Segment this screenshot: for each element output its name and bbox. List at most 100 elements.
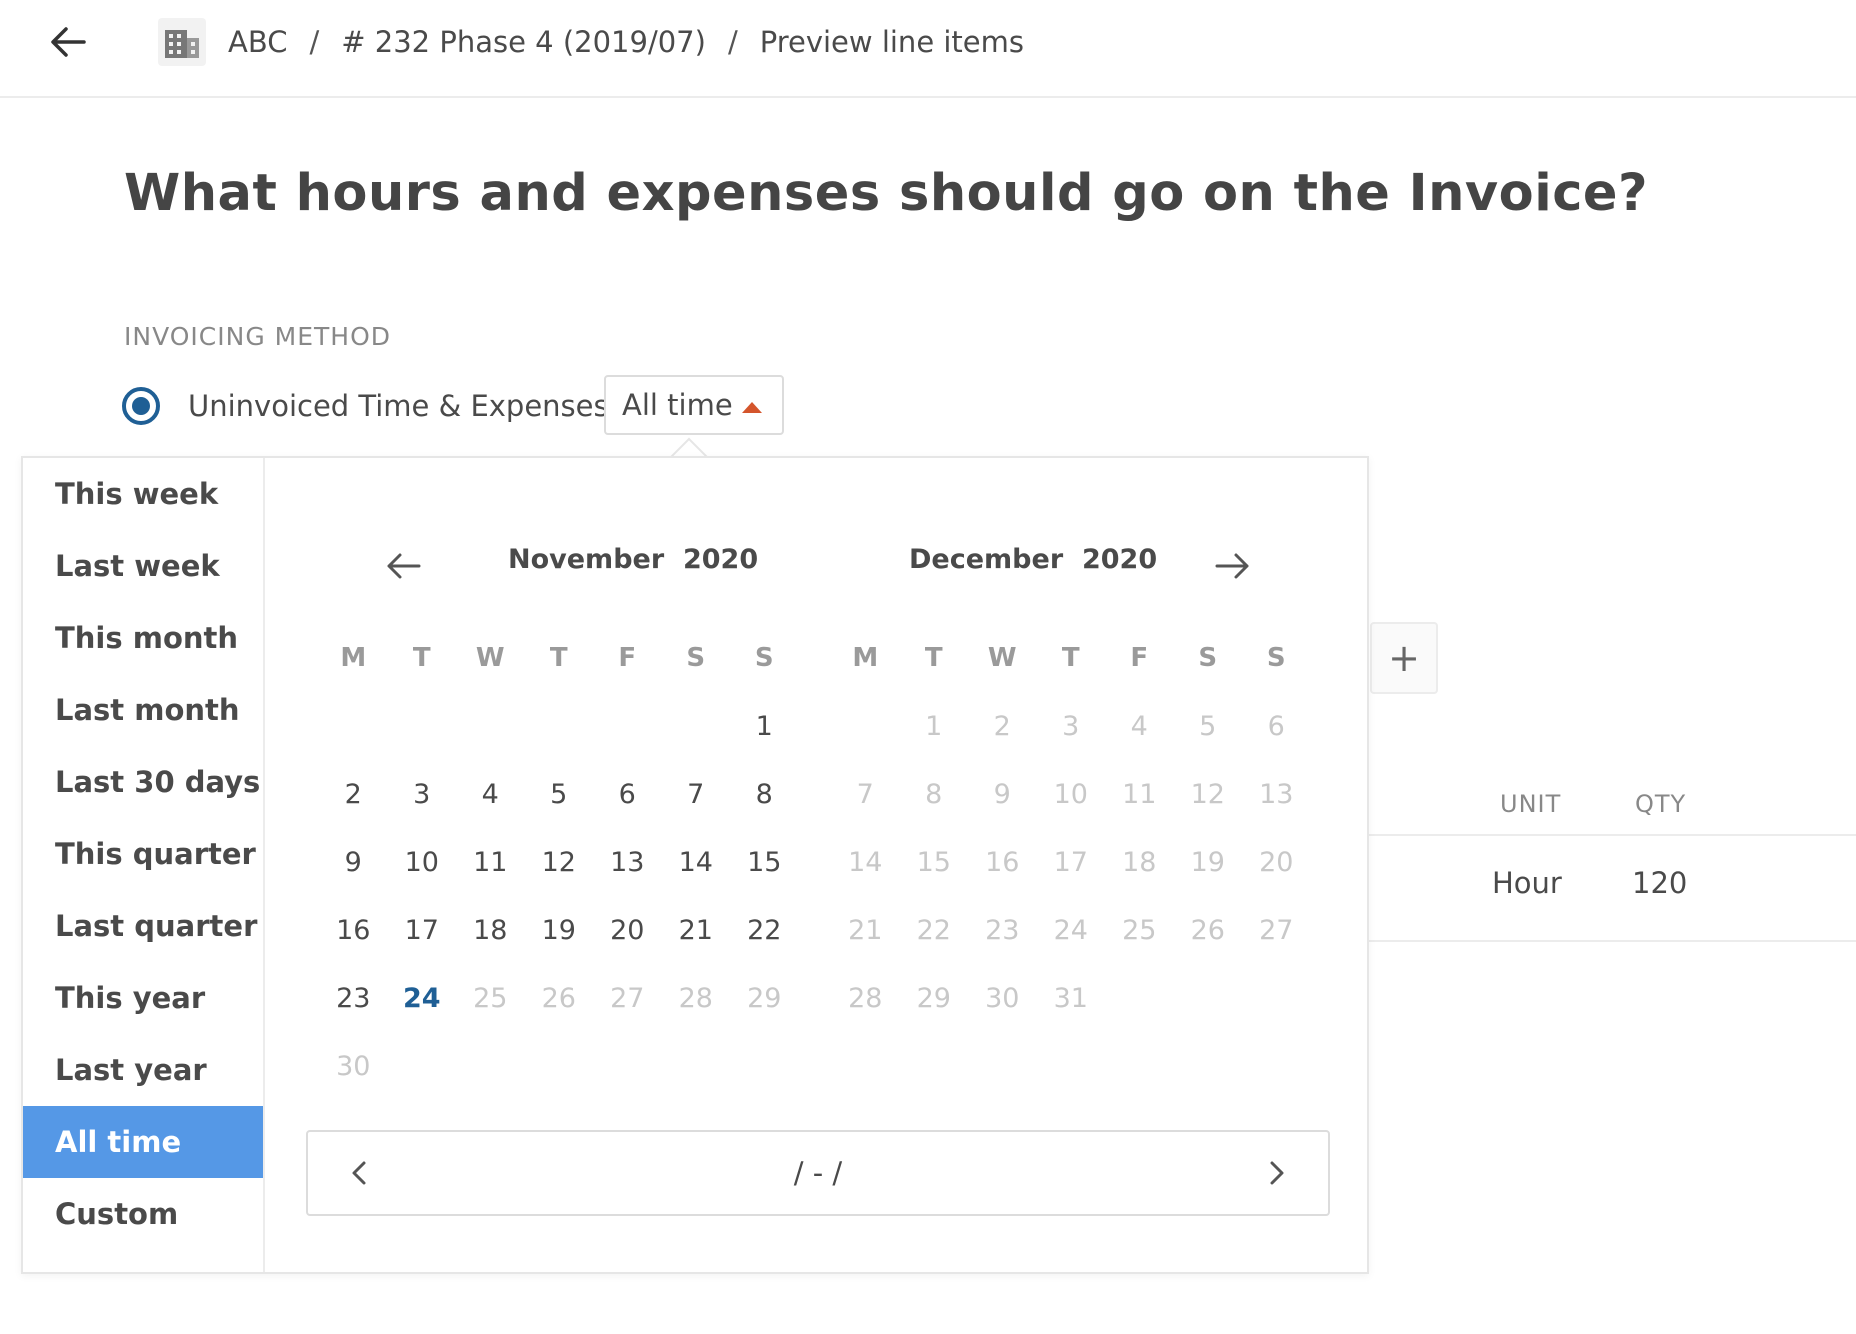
- month-year: 2020: [682, 544, 759, 575]
- calendar-week-row: 9 10 11 12 13 14 15: [319, 828, 782, 896]
- preset-last-week[interactable]: Last week: [23, 530, 263, 602]
- calendar-day-nov-15[interactable]: 15: [730, 847, 799, 878]
- calendar-day-nov-25: 25: [473, 982, 508, 1014]
- preset-last-30-days[interactable]: Last 30 days: [23, 746, 263, 818]
- preset-this-quarter[interactable]: This quarter: [23, 818, 263, 890]
- back-arrow-icon[interactable]: [44, 18, 92, 66]
- chevron-right-icon[interactable]: [1254, 1151, 1298, 1195]
- caret-up-icon: [742, 402, 762, 413]
- calendar-day-nov-29: 29: [747, 982, 782, 1014]
- radio-dot: [132, 397, 150, 415]
- calendar-week-row: 21 22 23 24 25 26 27: [831, 896, 1293, 964]
- date-range-bar: / - /: [306, 1130, 1330, 1216]
- calendar-day-nov-10[interactable]: 10: [388, 847, 457, 878]
- calendar-day-dec-15: 15: [916, 846, 951, 878]
- calendar-week-row: 30: [319, 1032, 729, 1100]
- preset-list: This week Last week This month Last mont…: [23, 458, 265, 1272]
- date-range-popup: This week Last week This month Last mont…: [21, 456, 1369, 1274]
- calendar-day-nov-17[interactable]: 17: [388, 915, 457, 946]
- calendar-day-nov-18[interactable]: 18: [456, 915, 525, 946]
- calendar-day-nov-2[interactable]: 2: [319, 779, 388, 810]
- calendar-day-dec-22: 22: [916, 914, 951, 946]
- calendar-day-dec-25: 25: [1122, 914, 1157, 946]
- weekday-header: T: [412, 643, 431, 673]
- calendar-week-row: 14 15 16 17 18 19 20: [831, 828, 1293, 896]
- period-select[interactable]: All time: [604, 375, 784, 435]
- column-header-unit: UNIT: [1500, 790, 1562, 818]
- calendar-day-dec-10: 10: [1053, 778, 1088, 810]
- divider: [1368, 834, 1856, 836]
- calendar-day-nov-9[interactable]: 9: [319, 847, 388, 878]
- plus-icon: +: [1388, 636, 1420, 680]
- preset-all-time[interactable]: All time: [23, 1106, 263, 1178]
- calendar-day-nov-6[interactable]: 6: [593, 779, 662, 810]
- calendar-day-dec-13: 13: [1259, 778, 1294, 810]
- calendar-day-nov-7[interactable]: 7: [662, 779, 731, 810]
- calendar-day-nov-26: 26: [541, 982, 576, 1014]
- calendar-grid-november: M T W T F S S 1 2 3 4 5 6 7 8 9 10 11 12 13 14 15 16 17 18 19 20 21…: [319, 624, 782, 1100]
- invoicing-method-option[interactable]: Uninvoiced Time & Expenses: [122, 374, 609, 438]
- preset-custom[interactable]: Custom: [23, 1178, 263, 1250]
- breadcrumb-project[interactable]: # 232 Phase 4 (2019/07): [341, 25, 706, 59]
- calendar-day-nov-21[interactable]: 21: [662, 915, 731, 946]
- weekday-header: W: [987, 643, 1017, 673]
- weekday-header: S: [754, 643, 774, 673]
- cell-qty: 120: [1632, 866, 1688, 900]
- month-title-left: November 2020: [508, 544, 758, 575]
- next-month-arrow-icon[interactable]: [1211, 544, 1255, 588]
- calendar-day-nov-27: 27: [610, 982, 645, 1014]
- weekday-header: S: [1198, 643, 1218, 673]
- calendar-day-nov-3[interactable]: 3: [388, 779, 457, 810]
- breadcrumb-client[interactable]: ABC: [228, 25, 287, 59]
- prev-month-arrow-icon[interactable]: [381, 544, 425, 588]
- calendar-week-row: 23 24 25 26 27 28 29: [319, 964, 781, 1032]
- calendar-day-nov-16[interactable]: 16: [319, 915, 388, 946]
- calendar-day-dec-3: 3: [1062, 710, 1080, 742]
- calendar-day-nov-4[interactable]: 4: [456, 779, 525, 810]
- calendar-day-dec-7: 7: [856, 778, 874, 810]
- calendar-day-dec-18: 18: [1122, 846, 1157, 878]
- calendar-day-nov-22[interactable]: 22: [730, 915, 799, 946]
- top-bar: ABC / # 232 Phase 4 (2019/07) / Preview …: [0, 0, 1856, 98]
- preset-last-year[interactable]: Last year: [23, 1034, 263, 1106]
- weekday-header-row: MTWTFSS: [319, 624, 773, 692]
- preset-last-quarter[interactable]: Last quarter: [23, 890, 263, 962]
- calendar-day-dec-31: 31: [1053, 982, 1088, 1014]
- calendar-day-dec-28: 28: [848, 982, 883, 1014]
- calendar-day-nov-13[interactable]: 13: [593, 847, 662, 878]
- calendar-day-nov-8[interactable]: 8: [730, 779, 799, 810]
- preset-this-year[interactable]: This year: [23, 962, 263, 1034]
- calendar-day-dec-17: 17: [1053, 846, 1088, 878]
- weekday-header: S: [686, 643, 706, 673]
- calendar-day-dec-1: 1: [925, 710, 943, 742]
- add-button[interactable]: +: [1370, 622, 1438, 694]
- weekday-header: W: [475, 643, 505, 673]
- breadcrumb: ABC / # 232 Phase 4 (2019/07) / Preview …: [158, 16, 1024, 68]
- weekday-header: F: [618, 643, 637, 673]
- calendar-day-dec-27: 27: [1259, 914, 1294, 946]
- calendar-day-nov-11[interactable]: 11: [456, 847, 525, 878]
- month-title-right: December 2020: [909, 544, 1157, 575]
- calendar-day-dec-4: 4: [1130, 710, 1148, 742]
- calendar-day-nov-28: 28: [678, 982, 713, 1014]
- calendar-day-nov-24[interactable]: 24: [388, 983, 457, 1014]
- calendar-day-dec-19: 19: [1190, 846, 1225, 878]
- preset-last-month[interactable]: Last month: [23, 674, 263, 746]
- breadcrumb-separator: /: [309, 25, 320, 59]
- calendar-day-dec-5: 5: [1199, 710, 1217, 742]
- preset-this-month[interactable]: This month: [23, 602, 263, 674]
- radio-button-selected[interactable]: [122, 387, 160, 425]
- weekday-header: T: [1061, 643, 1080, 673]
- calendar-day-nov-1[interactable]: 1: [730, 711, 799, 742]
- invoicing-method-label: INVOICING METHOD: [124, 322, 392, 351]
- calendar-day-nov-14[interactable]: 14: [662, 847, 731, 878]
- calendar-day-dec-26: 26: [1190, 914, 1225, 946]
- weekday-header: S: [1266, 643, 1286, 673]
- calendar-day-nov-20[interactable]: 20: [593, 915, 662, 946]
- preset-this-week[interactable]: This week: [23, 458, 263, 530]
- calendar-day-nov-19[interactable]: 19: [525, 915, 594, 946]
- calendar-day-nov-23[interactable]: 23: [319, 983, 388, 1014]
- calendar-week-row: 1 2 3 4 5 6: [831, 692, 1285, 760]
- calendar-day-nov-12[interactable]: 12: [525, 847, 594, 878]
- calendar-day-nov-5[interactable]: 5: [525, 779, 594, 810]
